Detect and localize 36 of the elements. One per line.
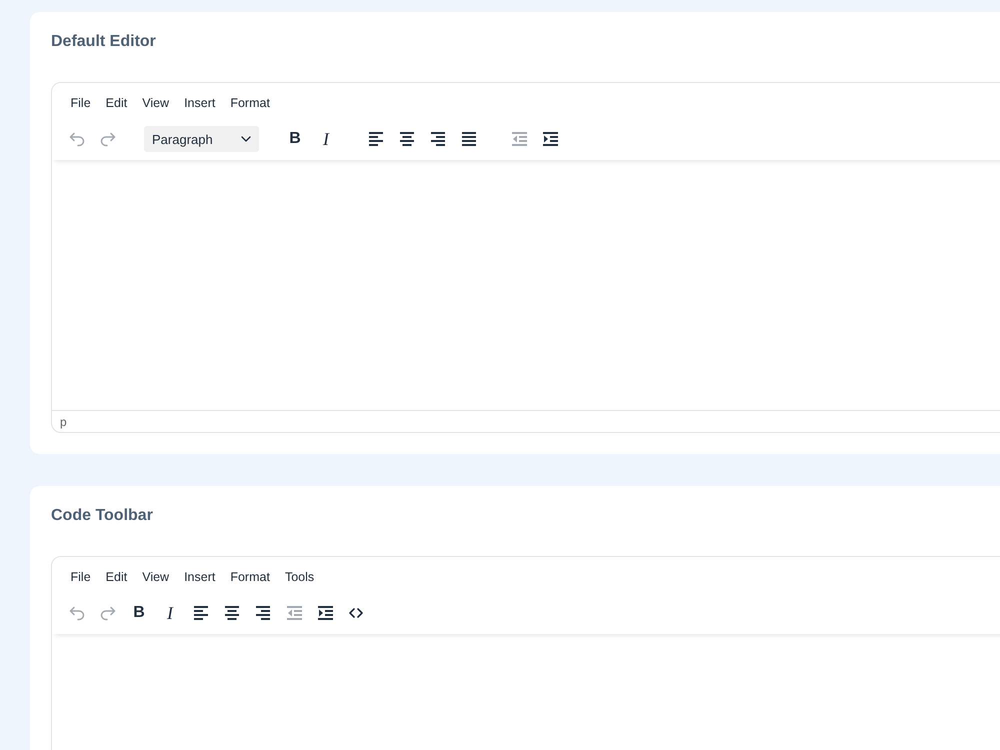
redo-icon [100, 132, 116, 146]
indent-icon [542, 132, 558, 146]
outdent-icon [512, 132, 526, 146]
menu-item[interactable]: View [134, 562, 177, 592]
menu-item[interactable]: Edit [98, 562, 135, 592]
menu-item[interactable]: Insert [176, 88, 223, 118]
element-path[interactable]: p [60, 414, 67, 428]
menu-item[interactable]: File [63, 562, 98, 592]
align-center-icon [225, 606, 239, 620]
undo-icon [69, 606, 85, 620]
align-left-icon [369, 132, 383, 146]
menu-item[interactable]: File [63, 88, 98, 118]
menu-item[interactable]: Tools [277, 562, 322, 592]
redo-icon [100, 606, 116, 620]
align-right-icon [431, 132, 445, 146]
indent-icon [318, 606, 332, 620]
italic-button[interactable]: I [156, 598, 184, 628]
section-title: Default Editor [51, 32, 156, 52]
menu-item[interactable]: View [134, 88, 177, 118]
bold-button[interactable]: B [125, 598, 153, 628]
menu-item[interactable]: Insert [176, 562, 223, 592]
bold-button[interactable]: B [281, 124, 309, 154]
align-center-icon [400, 132, 414, 146]
justify-icon [462, 132, 476, 146]
block-format-dropdown[interactable]: Paragraph [144, 126, 259, 152]
menu-item[interactable]: Edit [98, 88, 135, 118]
menu-item[interactable]: Format [222, 88, 278, 118]
code-icon [349, 608, 363, 618]
undo-icon [69, 132, 85, 146]
align-left-icon [194, 606, 208, 620]
menu-item[interactable]: Format [222, 562, 278, 592]
italic-button[interactable]: I [312, 124, 340, 154]
outdent-icon [286, 606, 302, 620]
section-title: Code Toolbar [51, 506, 153, 526]
align-right-icon [256, 606, 270, 620]
chevron-down-icon [241, 136, 251, 142]
